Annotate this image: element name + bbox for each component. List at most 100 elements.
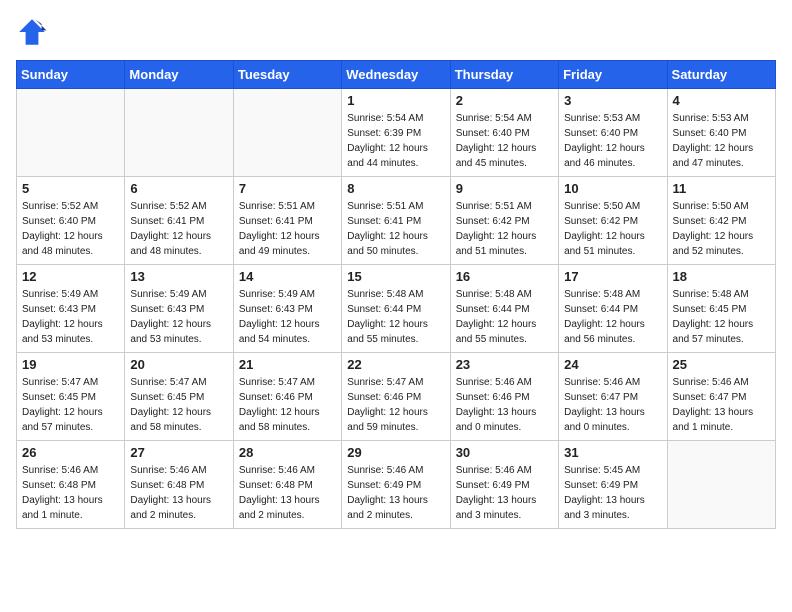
day-info: Sunrise: 5:47 AM Sunset: 6:45 PM Dayligh… <box>22 375 119 435</box>
calendar-cell: 22 Sunrise: 5:47 AM Sunset: 6:46 PM Dayli… <box>342 353 450 441</box>
calendar-cell: 7 Sunrise: 5:51 AM Sunset: 6:41 PM Daylig… <box>233 177 341 265</box>
day-number: 24 <box>564 357 661 372</box>
day-number: 19 <box>22 357 119 372</box>
day-number: 13 <box>130 269 227 284</box>
day-info: Sunrise: 5:54 AM Sunset: 6:39 PM Dayligh… <box>347 111 444 171</box>
day-info: Sunrise: 5:51 AM Sunset: 6:41 PM Dayligh… <box>347 199 444 259</box>
calendar-table: SundayMondayTuesdayWednesdayThursdayFrid… <box>16 60 776 529</box>
day-number: 18 <box>673 269 770 284</box>
day-info: Sunrise: 5:47 AM Sunset: 6:45 PM Dayligh… <box>130 375 227 435</box>
day-number: 22 <box>347 357 444 372</box>
week-row: 5 Sunrise: 5:52 AM Sunset: 6:40 PM Daylig… <box>17 177 776 265</box>
calendar-cell: 12 Sunrise: 5:49 AM Sunset: 6:43 PM Dayli… <box>17 265 125 353</box>
day-info: Sunrise: 5:49 AM Sunset: 6:43 PM Dayligh… <box>130 287 227 347</box>
calendar-cell: 6 Sunrise: 5:52 AM Sunset: 6:41 PM Daylig… <box>125 177 233 265</box>
week-row: 1 Sunrise: 5:54 AM Sunset: 6:39 PM Daylig… <box>17 89 776 177</box>
day-number: 2 <box>456 93 553 108</box>
calendar-cell: 25 Sunrise: 5:46 AM Sunset: 6:47 PM Dayli… <box>667 353 775 441</box>
calendar-cell: 8 Sunrise: 5:51 AM Sunset: 6:41 PM Daylig… <box>342 177 450 265</box>
calendar-cell: 30Sunrise: 5:46 AM Sunset: 6:49 PM Dayli… <box>450 441 558 529</box>
day-info: Sunrise: 5:48 AM Sunset: 6:44 PM Dayligh… <box>564 287 661 347</box>
calendar-cell: 3 Sunrise: 5:53 AM Sunset: 6:40 PM Daylig… <box>559 89 667 177</box>
day-info: Sunrise: 5:50 AM Sunset: 6:42 PM Dayligh… <box>564 199 661 259</box>
calendar-cell: 2 Sunrise: 5:54 AM Sunset: 6:40 PM Daylig… <box>450 89 558 177</box>
day-info: Sunrise: 5:53 AM Sunset: 6:40 PM Dayligh… <box>564 111 661 171</box>
day-number: 25 <box>673 357 770 372</box>
day-number: 20 <box>130 357 227 372</box>
calendar-cell <box>233 89 341 177</box>
day-number: 17 <box>564 269 661 284</box>
day-of-week-header: Tuesday <box>233 61 341 89</box>
day-info: Sunrise: 5:46 AM Sunset: 6:47 PM Dayligh… <box>564 375 661 435</box>
calendar-cell <box>17 89 125 177</box>
day-number: 11 <box>673 181 770 196</box>
day-number: 1 <box>347 93 444 108</box>
calendar-cell: 14 Sunrise: 5:49 AM Sunset: 6:43 PM Dayli… <box>233 265 341 353</box>
day-number: 6 <box>130 181 227 196</box>
day-number: 14 <box>239 269 336 284</box>
day-number: 31 <box>564 445 661 460</box>
logo-icon <box>16 16 48 48</box>
day-number: 9 <box>456 181 553 196</box>
day-of-week-header: Friday <box>559 61 667 89</box>
week-row: 26 Sunrise: 5:46 AM Sunset: 6:48 PM Dayli… <box>17 441 776 529</box>
day-info: Sunrise: 5:47 AM Sunset: 6:46 PM Dayligh… <box>347 375 444 435</box>
day-number: 8 <box>347 181 444 196</box>
day-info: Sunrise: 5:46 AM Sunset: 6:47 PM Dayligh… <box>673 375 770 435</box>
day-info: Sunrise: 5:51 AM Sunset: 6:42 PM Dayligh… <box>456 199 553 259</box>
day-info: Sunrise: 5:45 AM Sunset: 6:49 PM Dayligh… <box>564 463 661 523</box>
calendar-cell: 29 Sunrise: 5:46 AM Sunset: 6:49 PM Dayli… <box>342 441 450 529</box>
week-row: 19 Sunrise: 5:47 AM Sunset: 6:45 PM Dayli… <box>17 353 776 441</box>
day-number: 28 <box>239 445 336 460</box>
calendar-cell: 10Sunrise: 5:50 AM Sunset: 6:42 PM Dayli… <box>559 177 667 265</box>
calendar-header <box>16 16 776 48</box>
day-info: Sunrise: 5:52 AM Sunset: 6:40 PM Dayligh… <box>22 199 119 259</box>
day-number: 3 <box>564 93 661 108</box>
day-number: 29 <box>347 445 444 460</box>
day-info: Sunrise: 5:52 AM Sunset: 6:41 PM Dayligh… <box>130 199 227 259</box>
calendar-cell: 23Sunrise: 5:46 AM Sunset: 6:46 PM Dayli… <box>450 353 558 441</box>
day-of-week-header: Saturday <box>667 61 775 89</box>
day-info: Sunrise: 5:53 AM Sunset: 6:40 PM Dayligh… <box>673 111 770 171</box>
day-number: 21 <box>239 357 336 372</box>
calendar-cell: 15Sunrise: 5:48 AM Sunset: 6:44 PM Dayli… <box>342 265 450 353</box>
calendar-cell <box>667 441 775 529</box>
day-info: Sunrise: 5:54 AM Sunset: 6:40 PM Dayligh… <box>456 111 553 171</box>
day-number: 26 <box>22 445 119 460</box>
day-number: 23 <box>456 357 553 372</box>
calendar-header-row: SundayMondayTuesdayWednesdayThursdayFrid… <box>17 61 776 89</box>
calendar-cell: 19 Sunrise: 5:47 AM Sunset: 6:45 PM Dayli… <box>17 353 125 441</box>
day-of-week-header: Sunday <box>17 61 125 89</box>
calendar-cell: 26Sunrise: 5:46 AM Sunset: 6:48 PM Dayli… <box>17 441 125 529</box>
day-info: Sunrise: 5:49 AM Sunset: 6:43 PM Dayligh… <box>239 287 336 347</box>
day-number: 16 <box>456 269 553 284</box>
day-info: Sunrise: 5:48 AM Sunset: 6:44 PM Dayligh… <box>456 287 553 347</box>
calendar-cell: 20 Sunrise: 5:47 AM Sunset: 6:45 PM Dayli… <box>125 353 233 441</box>
day-number: 15 <box>347 269 444 284</box>
day-info: Sunrise: 5:46 AM Sunset: 6:48 PM Dayligh… <box>130 463 227 523</box>
day-info: Sunrise: 5:47 AM Sunset: 6:46 PM Dayligh… <box>239 375 336 435</box>
day-info: Sunrise: 5:49 AM Sunset: 6:43 PM Dayligh… <box>22 287 119 347</box>
day-number: 12 <box>22 269 119 284</box>
day-info: Sunrise: 5:48 AM Sunset: 6:45 PM Dayligh… <box>673 287 770 347</box>
day-info: Sunrise: 5:50 AM Sunset: 6:42 PM Dayligh… <box>673 199 770 259</box>
day-number: 27 <box>130 445 227 460</box>
calendar-cell: 17 Sunrise: 5:48 AM Sunset: 6:44 PM Dayli… <box>559 265 667 353</box>
day-number: 7 <box>239 181 336 196</box>
calendar-cell: 21 Sunrise: 5:47 AM Sunset: 6:46 PM Dayli… <box>233 353 341 441</box>
day-info: Sunrise: 5:51 AM Sunset: 6:41 PM Dayligh… <box>239 199 336 259</box>
day-number: 30 <box>456 445 553 460</box>
calendar-cell: 9 Sunrise: 5:51 AM Sunset: 6:42 PM Daylig… <box>450 177 558 265</box>
calendar-cell: 27 Sunrise: 5:46 AM Sunset: 6:48 PM Dayli… <box>125 441 233 529</box>
day-of-week-header: Wednesday <box>342 61 450 89</box>
week-row: 12 Sunrise: 5:49 AM Sunset: 6:43 PM Dayli… <box>17 265 776 353</box>
calendar-cell: 4Sunrise: 5:53 AM Sunset: 6:40 PM Daylig… <box>667 89 775 177</box>
calendar-cell: 28 Sunrise: 5:46 AM Sunset: 6:48 PM Dayli… <box>233 441 341 529</box>
calendar-cell: 5 Sunrise: 5:52 AM Sunset: 6:40 PM Daylig… <box>17 177 125 265</box>
day-of-week-header: Thursday <box>450 61 558 89</box>
calendar-cell: 13 Sunrise: 5:49 AM Sunset: 6:43 PM Dayli… <box>125 265 233 353</box>
day-info: Sunrise: 5:46 AM Sunset: 6:48 PM Dayligh… <box>239 463 336 523</box>
logo <box>16 16 52 48</box>
day-number: 5 <box>22 181 119 196</box>
day-info: Sunrise: 5:46 AM Sunset: 6:49 PM Dayligh… <box>347 463 444 523</box>
